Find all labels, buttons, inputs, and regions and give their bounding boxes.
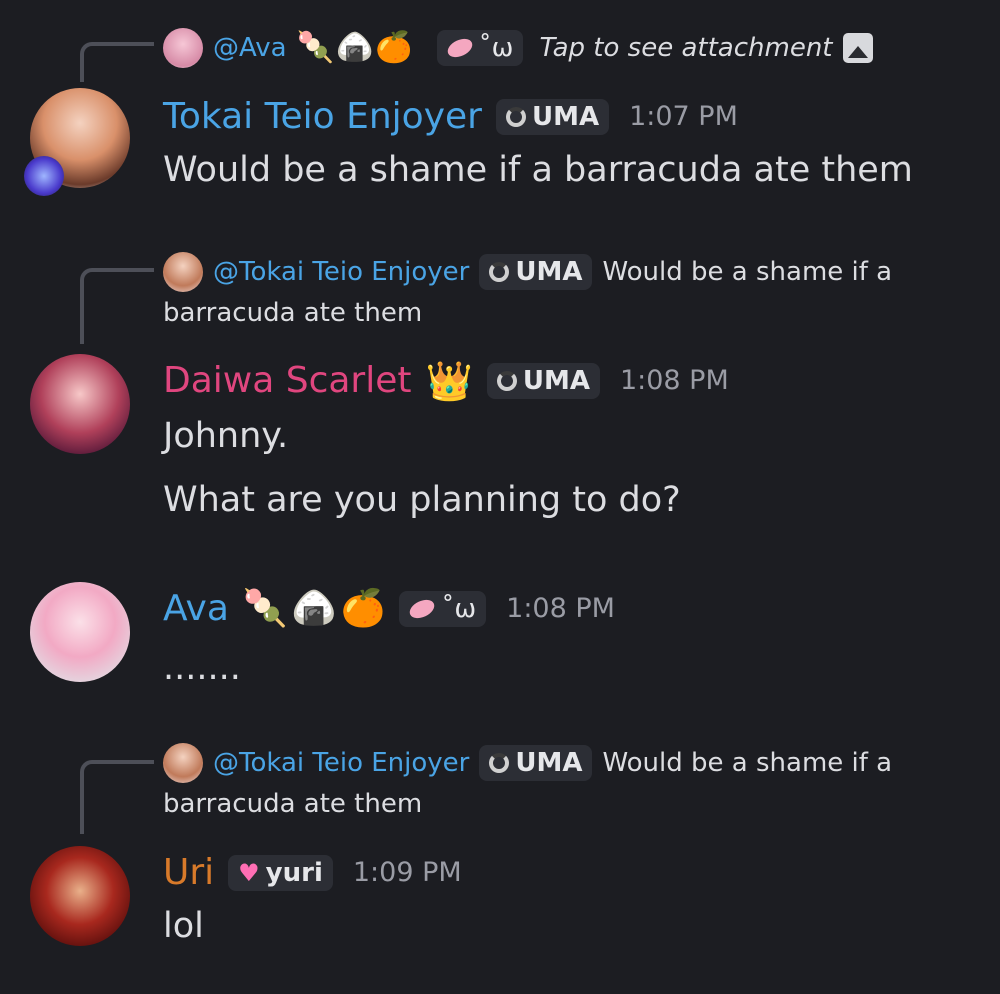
uma-icon [489,262,510,282]
role-tag-label: ˚ω [478,33,514,63]
message-text: Would be a shame if a barracuda ate them [163,150,913,190]
timestamp: 1:08 PM [619,365,729,396]
role-tag-label: UMA [531,101,600,132]
avatar-mini [163,252,203,292]
reply-text-continued: barracuda ate them [163,789,423,819]
avatar[interactable] [30,354,130,454]
reply-text: Would be a shame if a [602,748,893,778]
timestamp: 1:09 PM [352,857,462,888]
role-tag: UMA [479,254,593,290]
message-text: ....... [163,648,241,688]
role-tag: UMA [486,362,600,399]
emoji-orange: 🍊 [375,30,413,65]
emoji-dango: 🍡 [242,587,288,629]
emoji-onigiri: 🍙 [291,587,337,629]
reply-preview[interactable]: @Tokai Teio Enjoyer UMA Would be a shame… [163,252,892,292]
role-tag: ˚ω [399,590,487,627]
role-tag: UMA [479,745,593,781]
reply-connector [80,268,154,344]
reply-connector [80,42,154,82]
avatar[interactable] [30,582,130,682]
reply-text: Would be a shame if a [602,257,893,287]
role-tag: ♥ yuri [228,854,333,891]
message-text: What are you planning to do? [163,480,681,520]
role-tag: ˚ω [436,30,524,66]
petal-icon [407,595,438,622]
message-text: lol [163,906,204,946]
crown-icon: 👑 [425,358,473,403]
avatar-decoration [24,156,64,196]
heart-icon: ♥ [238,858,260,887]
avatar[interactable] [30,846,130,946]
emoji-orange: 🍊 [340,587,386,629]
petal-icon [444,35,475,61]
image-icon [842,33,873,63]
role-tag: UMA [495,98,610,135]
author-name[interactable]: Daiwa Scarlet [163,360,412,401]
avatar-mini [163,743,203,783]
emoji-onigiri: 🍙 [335,30,374,65]
role-tag-label: ˚ω [441,593,477,624]
role-tag-label: UMA [515,257,583,287]
reply-mention[interactable]: @Tokai Teio Enjoyer [213,748,469,778]
emoji-dango: 🍡 [296,30,334,65]
message-header: Uri ♥ yuri 1:09 PM [163,852,462,893]
role-tag-label: yuri [265,857,323,888]
reply-mention[interactable]: @Tokai Teio Enjoyer [213,257,469,287]
author-name[interactable]: Tokai Teio Enjoyer [163,96,482,137]
message-header: Tokai Teio Enjoyer UMA 1:07 PM [163,96,738,137]
message-text: Johnny. [163,416,289,456]
reply-mention[interactable]: @Ava [213,33,287,63]
uma-icon [496,370,517,391]
role-tag-label: UMA [522,365,590,396]
reply-text: Tap to see attachment [539,33,833,63]
reply-preview[interactable]: @Tokai Teio Enjoyer UMA Would be a shame… [163,743,892,783]
avatar-mini [163,28,203,68]
timestamp: 1:07 PM [629,101,738,132]
author-name[interactable]: Ava [163,588,229,629]
uma-icon [505,106,526,127]
reply-text-continued: barracuda ate them [163,298,423,328]
role-tag-label: UMA [515,748,583,778]
reply-preview[interactable]: @Ava 🍡 🍙 🍊 ˚ω Tap to see attachment [163,28,873,68]
message-header: Ava 🍡 🍙 🍊 ˚ω 1:08 PM [163,588,615,629]
message-header: Daiwa Scarlet 👑 UMA 1:08 PM [163,360,729,401]
timestamp: 1:08 PM [506,593,615,624]
author-name[interactable]: Uri [163,852,214,893]
uma-icon [489,753,510,773]
reply-connector [80,760,154,834]
